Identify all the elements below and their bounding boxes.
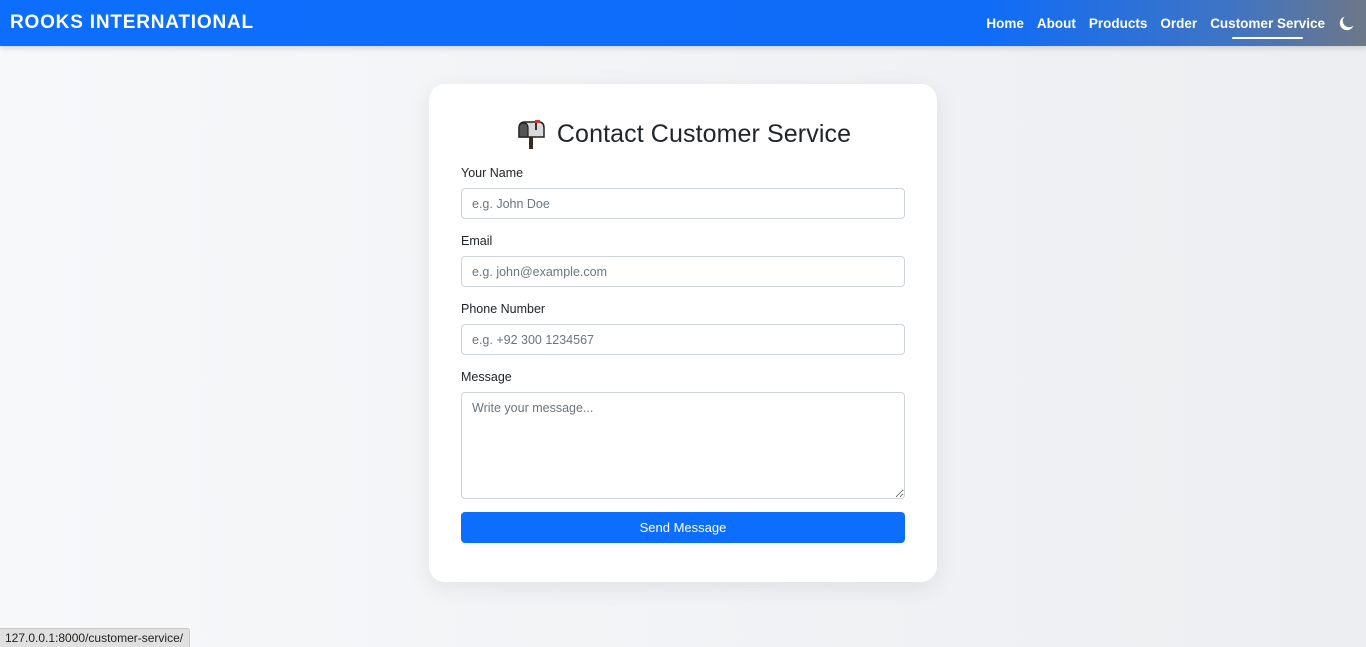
email-field-group: Email	[461, 234, 905, 287]
nav-link-order[interactable]: Order	[1160, 12, 1197, 35]
phone-input[interactable]	[461, 324, 905, 355]
mailbox-icon	[515, 118, 547, 150]
nav-link-about[interactable]: About	[1037, 12, 1076, 35]
contact-card: Contact Customer Service Your Name Email…	[429, 84, 937, 582]
message-field-group: Message	[461, 370, 905, 499]
status-bar-url: 127.0.0.1:8000/customer-service/	[0, 628, 191, 647]
message-label: Message	[461, 370, 512, 384]
nav-link-home[interactable]: Home	[986, 12, 1024, 35]
message-textarea[interactable]	[461, 392, 905, 499]
nav-link-customer-service[interactable]: Customer Service	[1210, 12, 1325, 39]
name-field-group: Your Name	[461, 166, 905, 219]
phone-label: Phone Number	[461, 302, 546, 316]
nav-link-products[interactable]: Products	[1089, 12, 1148, 35]
brand-logo[interactable]: ROOKS INTERNATIONAL	[10, 12, 254, 34]
page-title: Contact Customer Service	[556, 119, 852, 148]
phone-field-group: Phone Number	[461, 302, 905, 355]
nav-links: Home About Products Order Customer Servi…	[973, 12, 1354, 39]
name-label: Your Name	[461, 166, 524, 180]
send-message-button[interactable]: Send Message	[461, 512, 905, 543]
card-title: Contact Customer Service	[461, 114, 905, 154]
email-input[interactable]	[461, 256, 905, 287]
name-input[interactable]	[461, 188, 905, 219]
navbar: ROOKS INTERNATIONAL Home About Products …	[0, 0, 1366, 46]
email-label: Email	[461, 234, 493, 248]
moon-icon[interactable]	[1338, 15, 1354, 31]
